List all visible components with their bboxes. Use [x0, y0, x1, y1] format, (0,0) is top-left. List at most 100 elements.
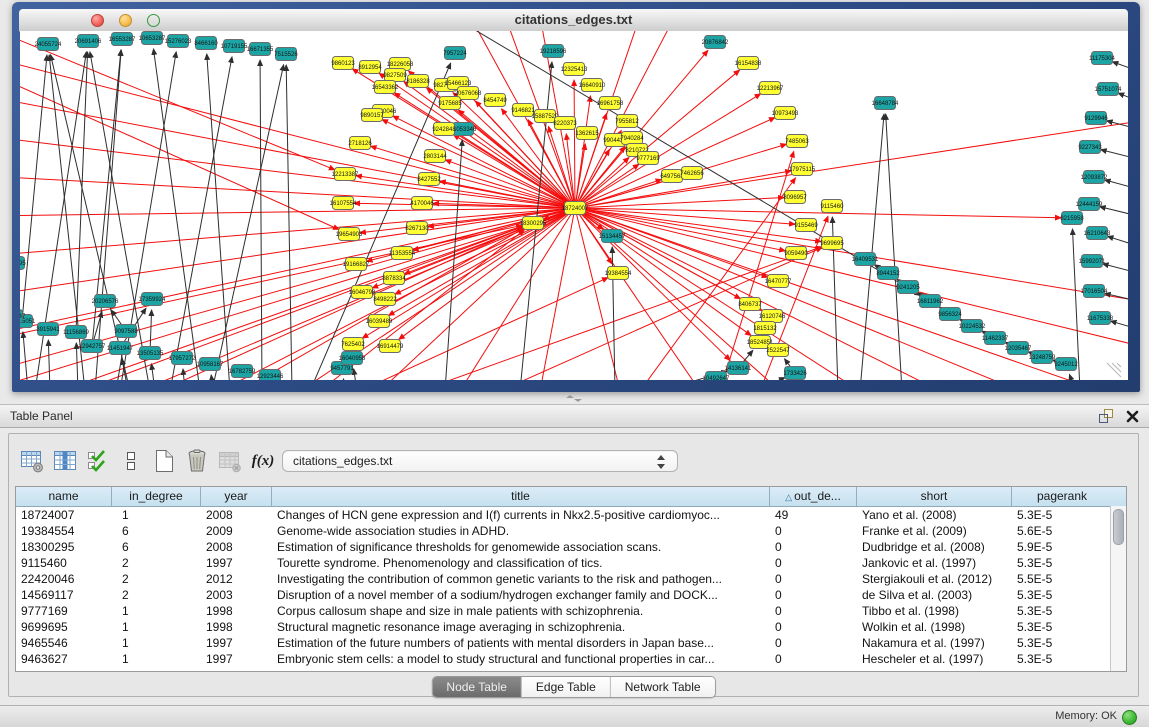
graph-edge[interactable] [20, 56, 575, 208]
column-header-year[interactable]: year [201, 487, 272, 506]
graph-node-label: 8220373 [553, 121, 577, 127]
table-cell: 6 [112, 523, 201, 539]
show-columns-button[interactable] [52, 447, 78, 475]
column-header-short[interactable]: short [857, 487, 1012, 506]
close-button[interactable] [91, 14, 104, 27]
graph-edge[interactable] [23, 332, 28, 380]
tab-network-table[interactable]: Network Table [611, 677, 715, 697]
graph-node-label: 16671355 [247, 47, 274, 53]
table-row[interactable]: 1938455462009Genome-wide association stu… [16, 523, 1126, 539]
graph-edge[interactable] [48, 340, 50, 380]
function-builder-button[interactable]: f(x) [250, 447, 276, 475]
zoom-button[interactable] [147, 14, 160, 27]
graph-edge[interactable] [540, 208, 575, 380]
table-scrollbar-thumb[interactable] [1113, 509, 1124, 545]
graph-edge[interactable] [354, 369, 357, 380]
table-cell: 5.3E-5 [1012, 603, 1112, 619]
graph-edge[interactable] [1111, 321, 1128, 329]
graph-edge[interactable] [153, 49, 200, 380]
graph-node-label: 7957224 [443, 51, 467, 57]
graph-node-label: 12213387 [332, 172, 359, 178]
graph-node-label: 9241205 [896, 285, 920, 291]
graph-edge[interactable] [1112, 62, 1128, 71]
tab-node-table[interactable]: Node Table [432, 677, 522, 697]
graph-edge[interactable] [574, 80, 575, 208]
graph-edge[interactable] [151, 364, 155, 380]
table-row[interactable]: 1830029562008Estimation of significance … [16, 539, 1126, 555]
tab-edge-table[interactable]: Edge Table [522, 677, 611, 697]
graph-edge[interactable] [76, 52, 88, 332]
column-header-title[interactable]: title [272, 487, 770, 506]
graph-node-label: 24055724 [35, 42, 62, 48]
graph-edge[interactable] [575, 208, 730, 360]
minimize-button[interactable] [119, 14, 132, 27]
column-header-name[interactable]: name [16, 487, 112, 506]
delete-column-button[interactable] [184, 447, 210, 475]
panel-splitter-handle[interactable] [566, 395, 582, 402]
graph-edge[interactable] [575, 121, 1128, 208]
graph-edge[interactable] [575, 208, 1128, 346]
table-cell: 9463627 [16, 651, 112, 667]
table-settings-button[interactable] [19, 447, 45, 475]
close-panel-icon[interactable] [1126, 410, 1139, 423]
table-cell: 1997 [201, 651, 272, 667]
table-panel-body: f(x) citations_edges.txt namein_degreeye… [8, 433, 1139, 697]
column-header-in_degree[interactable]: in_degree [112, 487, 201, 506]
graph-edge[interactable] [886, 114, 902, 380]
graph-edge[interactable] [575, 94, 761, 208]
network-canvas[interactable]: 2405572420691406165532871065328715276023… [20, 31, 1128, 380]
column-header-out_de[interactable]: △out_de... [770, 487, 857, 506]
table-row[interactable]: 946554611997Estimation of the future num… [16, 635, 1126, 651]
graph-edge[interactable] [1103, 264, 1128, 273]
window-titlebar[interactable]: citations_edges.txt [19, 9, 1128, 32]
graph-node-label: 9699695 [820, 241, 844, 247]
table-row[interactable]: 2242004622012Investigating the contribut… [16, 571, 1126, 587]
graph-edge[interactable] [755, 378, 785, 380]
table-cell: 22420046 [16, 571, 112, 587]
table-cell: Embryonic stem cells: a model to study s… [272, 651, 770, 667]
graph-edge[interactable] [445, 140, 462, 380]
table-select-dropdown[interactable]: citations_edges.txt [282, 450, 678, 472]
graph-edge[interactable] [575, 118, 775, 208]
table-cell: 5.3E-5 [1012, 555, 1112, 571]
graph-edge[interactable] [260, 60, 262, 380]
graph-edge[interactable] [1100, 207, 1128, 216]
graph-edge[interactable] [860, 114, 884, 380]
graph-edge[interactable] [20, 71, 339, 230]
graph-edge[interactable] [1101, 150, 1128, 159]
graph-edge[interactable] [207, 54, 230, 380]
table-row[interactable]: 1872400712008Changes of HCN gene express… [16, 507, 1126, 523]
graph-edge[interactable] [211, 375, 213, 380]
table-scrollbar[interactable] [1110, 506, 1126, 671]
table-row[interactable]: 969969511998Structural magnetic resonanc… [16, 619, 1126, 635]
delete-table-button[interactable] [217, 447, 243, 475]
table-row[interactable]: 977716911998Corpus callosum shape and si… [16, 603, 1126, 619]
graph-edge[interactable] [575, 208, 940, 380]
graph-edge[interactable] [382, 120, 575, 208]
memory-status-indicator[interactable] [1122, 710, 1137, 725]
graph-edge[interactable] [183, 369, 185, 380]
table-row[interactable]: 946362711997Embryonic stem cells: a mode… [16, 651, 1126, 667]
graph-edge[interactable] [22, 55, 47, 321]
new-column-button[interactable] [151, 447, 177, 475]
graph-edge[interactable] [1105, 180, 1128, 189]
graph-edge[interactable] [1069, 374, 1075, 380]
float-window-icon[interactable] [1098, 408, 1114, 424]
graph-node-label: 8406737 [738, 302, 762, 308]
graph-edge[interactable] [343, 379, 345, 380]
table-cell: 9465546 [16, 635, 112, 651]
window-resize-grip[interactable] [1107, 363, 1121, 377]
table-panel-title: Table Panel [10, 405, 73, 428]
table-row[interactable]: 911546021997Tourette syndrome. Phenomeno… [16, 555, 1126, 571]
network-graph[interactable]: 2405572420691406165532871065328715276023… [20, 31, 1128, 380]
row-height-button[interactable] [118, 447, 144, 475]
graph-edge[interactable] [453, 135, 575, 208]
graph-node-label: 16210643 [1084, 231, 1111, 237]
table-cell: 0 [770, 619, 857, 635]
graph-edge[interactable] [1107, 236, 1128, 246]
graph-node-label: 12035467 [1005, 346, 1032, 352]
graph-edge[interactable] [1118, 93, 1128, 101]
column-header-pagerank[interactable]: pagerank [1012, 487, 1112, 506]
table-row[interactable]: 1456911722003Disruption of a novel membe… [16, 587, 1126, 603]
select-columns-button[interactable] [85, 447, 111, 475]
